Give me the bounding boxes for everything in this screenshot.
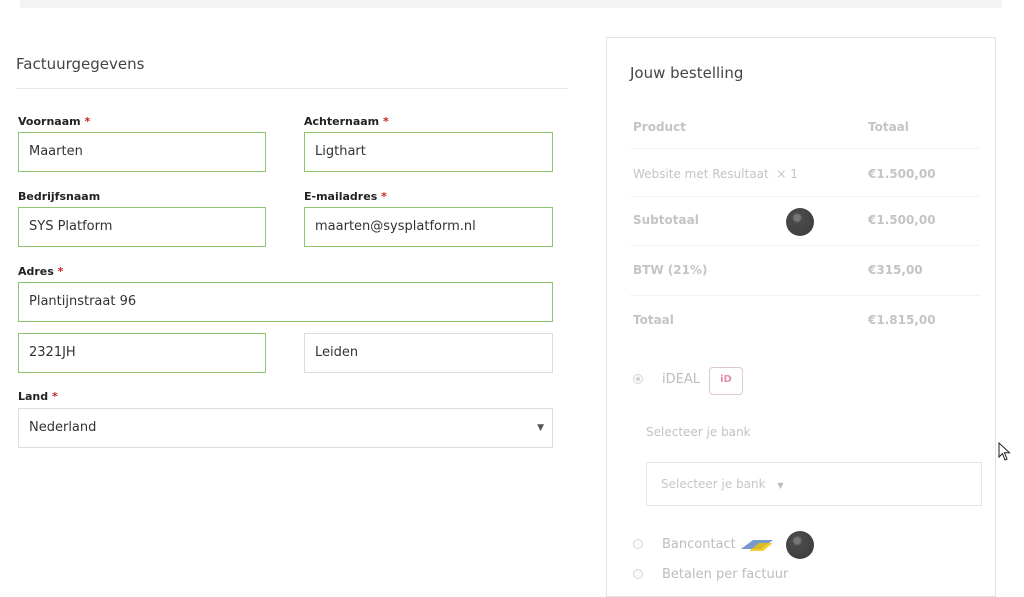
subtotal-value: €1.500,00 — [868, 213, 936, 227]
subtotal-label: Subtotaal — [633, 213, 699, 227]
bank-select-label: Selecteer je bank — [646, 425, 751, 439]
ideal-logo-icon: iD — [709, 367, 743, 395]
billing-divider — [16, 88, 568, 89]
order-divider — [630, 196, 980, 197]
invoice-label[interactable]: Betalen per factuur — [662, 567, 788, 582]
dropdown-arrow-icon: ▼ — [537, 423, 544, 433]
vat-value: €315,00 — [868, 263, 923, 277]
bancontact-radio[interactable] — [633, 539, 643, 549]
order-divider — [630, 295, 980, 296]
address-input[interactable]: Plantijnstraat 96 — [18, 282, 553, 322]
order-header-total: Totaal — [868, 120, 909, 134]
country-label: Land * — [18, 390, 58, 403]
city-input[interactable]: Leiden — [304, 333, 553, 373]
billing-title: Factuurgegevens — [16, 55, 145, 73]
first-name-input[interactable]: Maarten — [18, 132, 266, 172]
order-item-price: €1.500,00 — [868, 167, 936, 181]
postcode-input[interactable]: 2321JH — [18, 333, 266, 373]
dropdown-arrow-icon: ▼ — [777, 481, 784, 490]
invoice-radio[interactable] — [633, 569, 643, 579]
last-name-input[interactable]: Ligthart — [304, 132, 553, 172]
order-item-name: Website met Resultaat × 1 — [633, 167, 798, 181]
email-label: E-mailadres * — [304, 190, 387, 203]
click-indicator-icon — [786, 531, 814, 559]
order-divider — [630, 148, 980, 149]
mouse-pointer-icon — [998, 442, 1011, 461]
vat-label: BTW (21%) — [633, 263, 708, 277]
bancontact-label[interactable]: Bancontact — [662, 537, 736, 552]
order-title: Jouw bestelling — [630, 64, 744, 82]
total-label: Totaal — [633, 313, 674, 327]
bancontact-logo-icon — [741, 540, 773, 551]
company-input[interactable]: SYS Platform — [18, 207, 266, 247]
total-value: €1.815,00 — [868, 313, 936, 327]
ideal-radio[interactable] — [633, 374, 643, 384]
bank-select-value: Selecteer je bank — [661, 477, 766, 491]
address-label: Adres * — [18, 265, 64, 278]
bank-select[interactable]: Selecteer je bank ▼ — [646, 462, 982, 506]
order-item-qty: × 1 — [776, 167, 798, 181]
email-input[interactable]: maarten@sysplatform.nl — [304, 207, 553, 247]
country-select-value: Nederland — [29, 420, 97, 435]
ideal-label[interactable]: iDEAL — [662, 372, 700, 387]
order-divider — [630, 245, 980, 246]
first-name-label: Voornaam * — [18, 115, 91, 128]
top-bar — [20, 0, 1002, 8]
company-label: Bedrijfsnaam — [18, 190, 101, 203]
order-header-product: Product — [633, 120, 686, 134]
last-name-label: Achternaam * — [304, 115, 389, 128]
country-select[interactable]: Nederland ▼ — [18, 408, 553, 448]
click-indicator-icon — [786, 208, 814, 236]
